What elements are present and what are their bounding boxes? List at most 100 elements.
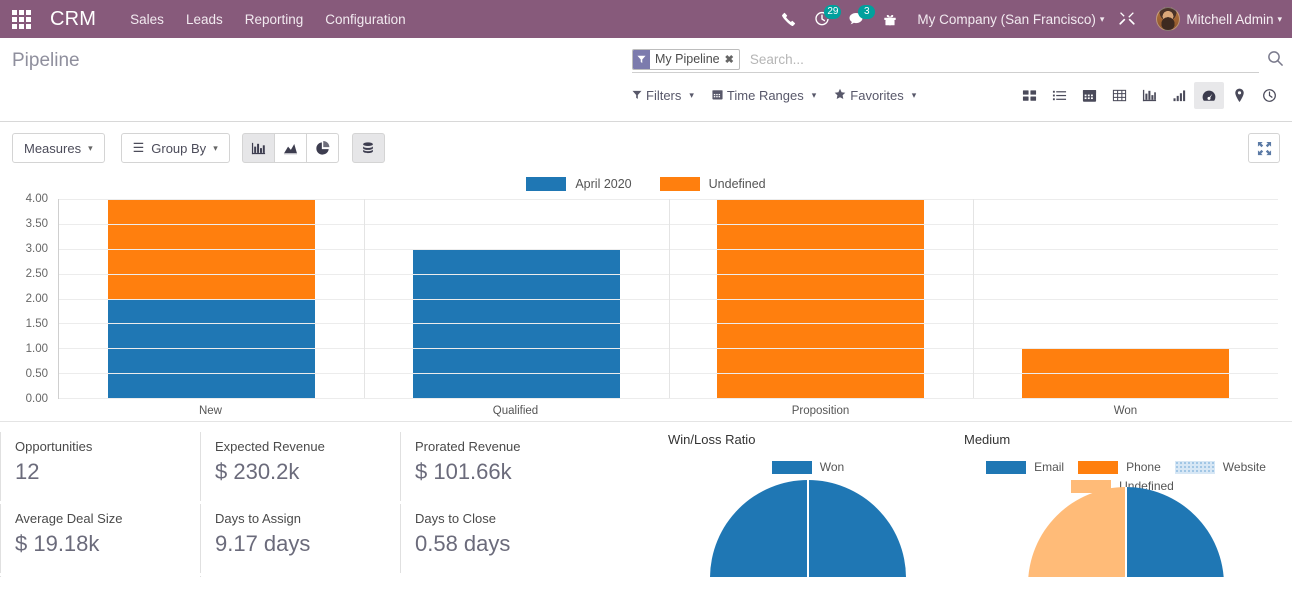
line-chart-button[interactable]: [273, 133, 307, 163]
legend-item-won[interactable]: Won: [771, 460, 844, 474]
win-loss-pie-holder: [664, 480, 952, 577]
view-button-graph-bar[interactable]: [1134, 82, 1164, 109]
view-button-cohort[interactable]: [1164, 82, 1194, 109]
company-selector[interactable]: My Company (San Francisco) ▾: [917, 12, 1104, 27]
kpi-expected-revenue[interactable]: Expected Revenue $ 230.2k: [200, 432, 400, 501]
medium-pie[interactable]: [1028, 487, 1224, 577]
expand-fullscreen-button[interactable]: [1248, 133, 1280, 163]
pie-divider: [807, 480, 809, 577]
view-switcher: [1014, 82, 1284, 109]
win-loss-pie[interactable]: [710, 480, 906, 577]
user-menu[interactable]: Mitchell Admin ▾: [1186, 12, 1282, 27]
chevron-down-icon: ▾: [1099, 13, 1105, 24]
search-view[interactable]: My Pipeline ✖: [632, 48, 1259, 73]
calendar-icon: [712, 89, 723, 103]
kpi-value: $ 19.18k: [15, 531, 100, 556]
gridline-vertical: [363, 199, 365, 398]
kpi-days-to-assign[interactable]: Days to Assign 9.17 days: [200, 504, 400, 573]
facet-remove-icon[interactable]: ✖: [723, 50, 739, 69]
kpi-prorated-revenue[interactable]: Prorated Revenue $ 101.66k: [400, 432, 600, 501]
pie-chart-button[interactable]: [305, 133, 339, 163]
x-axis-label: Qualified: [492, 405, 539, 417]
filters-dropdown[interactable]: Filters ▾: [632, 88, 694, 103]
menu-item-reporting[interactable]: Reporting: [245, 12, 304, 27]
favorites-dropdown[interactable]: Favorites ▾: [834, 88, 916, 103]
filter-funnel-icon: [633, 49, 650, 69]
group-by-dropdown[interactable]: ☰ Group By ▾: [120, 133, 230, 163]
gift-icon[interactable]: [873, 0, 907, 38]
filters-label: Filters: [646, 88, 682, 103]
search-magnifier-icon[interactable]: [1259, 50, 1284, 72]
menu-item-configuration[interactable]: Configuration: [325, 12, 405, 27]
view-button-kanban[interactable]: [1014, 82, 1044, 109]
chevron-down-icon: ▾: [88, 142, 93, 153]
view-button-list[interactable]: [1044, 82, 1074, 109]
page-title: Pipeline: [12, 50, 80, 71]
legend-item-april-2020[interactable]: April 2020: [526, 177, 632, 191]
dashboard-bottom: Opportunities 12 Expected Revenue $ 230.…: [0, 421, 1292, 577]
medium-pie-holder: [960, 487, 1292, 577]
measures-dropdown[interactable]: Measures ▾: [12, 133, 105, 163]
legend-item-email[interactable]: Email: [986, 460, 1064, 474]
app-brand-crm[interactable]: CRM: [50, 8, 96, 31]
user-avatar[interactable]: [1156, 7, 1181, 31]
medium-title: Medium: [964, 432, 1011, 447]
main-menu: Sales Leads Reporting Configuration: [130, 12, 405, 27]
view-button-map[interactable]: [1224, 82, 1254, 109]
legend-item-undefined[interactable]: Undefined: [659, 177, 766, 191]
x-axis-labels: New Qualified Proposition Won: [58, 399, 1278, 421]
view-button-calendar[interactable]: [1074, 82, 1104, 109]
developer-tools-icon[interactable]: [1110, 0, 1144, 38]
y-axis: 4.00 3.50 3.00 2.50 2.00 1.50 1.00 0.50 0.00: [8, 193, 54, 405]
kpi-next-row-partial[interactable]: [0, 576, 200, 577]
legend-swatch-blue: [771, 460, 812, 474]
y-axis-tick: 0.50: [25, 368, 48, 380]
legend-item-phone[interactable]: Phone: [1078, 460, 1161, 474]
activity-clock-icon[interactable]: 29: [805, 0, 842, 38]
win-loss-chart: Win/Loss Ratio Won: [656, 422, 952, 577]
navbar-right-group: 29 3 My Company (San Francisco) ▾ Mitchel…: [771, 0, 1282, 38]
menu-item-sales[interactable]: Sales: [130, 12, 164, 27]
apps-grid-icon: [11, 9, 31, 29]
y-axis-tick: 0.00: [25, 393, 48, 405]
y-axis-tick: 3.50: [25, 218, 48, 230]
stacked-button[interactable]: [351, 133, 385, 163]
y-axis-tick: 2.00: [25, 293, 48, 305]
win-loss-legend: Won: [664, 460, 952, 474]
control-panel: Pipeline My Pipeline ✖ Search... Filters…: [0, 38, 1292, 122]
kpi-next-row-partial[interactable]: [200, 576, 400, 577]
phone-icon[interactable]: [771, 0, 805, 38]
kpi-value: 9.17 days: [215, 531, 311, 556]
legend-label: Email: [1034, 460, 1065, 474]
time-ranges-dropdown[interactable]: Time Ranges ▾: [712, 88, 816, 103]
y-axis-tick: 4.00: [25, 193, 48, 205]
legend-swatch-orange: [659, 177, 700, 191]
legend-swatch-orange: [1078, 460, 1119, 474]
bar-chart-button[interactable]: [241, 133, 275, 163]
plot-area: [58, 199, 1278, 399]
kpi-value: $ 101.66k: [415, 459, 512, 484]
time-ranges-label: Time Ranges: [726, 88, 804, 103]
kpi-average-deal-size[interactable]: Average Deal Size $ 19.18k: [0, 504, 200, 573]
view-button-dashboard[interactable]: [1194, 82, 1224, 109]
legend-label: Website: [1222, 460, 1266, 474]
top-navbar: CRM Sales Leads Reporting Configuration …: [0, 0, 1292, 38]
search-input[interactable]: [745, 51, 1259, 67]
search-facet-my-pipeline[interactable]: My Pipeline ✖: [632, 48, 740, 70]
kpi-label: Average Deal Size: [15, 511, 123, 526]
x-axis-label: Proposition: [791, 405, 850, 417]
view-button-activity[interactable]: [1254, 82, 1284, 109]
menu-item-leads[interactable]: Leads: [186, 12, 223, 27]
chart-legend: April 2020 Undefined: [0, 163, 1292, 191]
apps-menu-button[interactable]: [4, 0, 38, 38]
facet-label: My Pipeline: [655, 52, 720, 66]
kpi-opportunities[interactable]: Opportunities 12: [0, 432, 200, 501]
legend-item-website[interactable]: Website: [1174, 460, 1266, 474]
view-button-pivot[interactable]: [1104, 82, 1134, 109]
messages-chat-icon[interactable]: 3: [839, 0, 876, 38]
kpi-days-to-close[interactable]: Days to Close 0.58 days: [400, 504, 600, 573]
chevron-down-icon: ▾: [213, 142, 218, 153]
legend-label: Undefined: [708, 177, 766, 191]
legend-swatch-blue: [526, 177, 567, 191]
chevron-down-icon: ▾: [689, 90, 694, 100]
